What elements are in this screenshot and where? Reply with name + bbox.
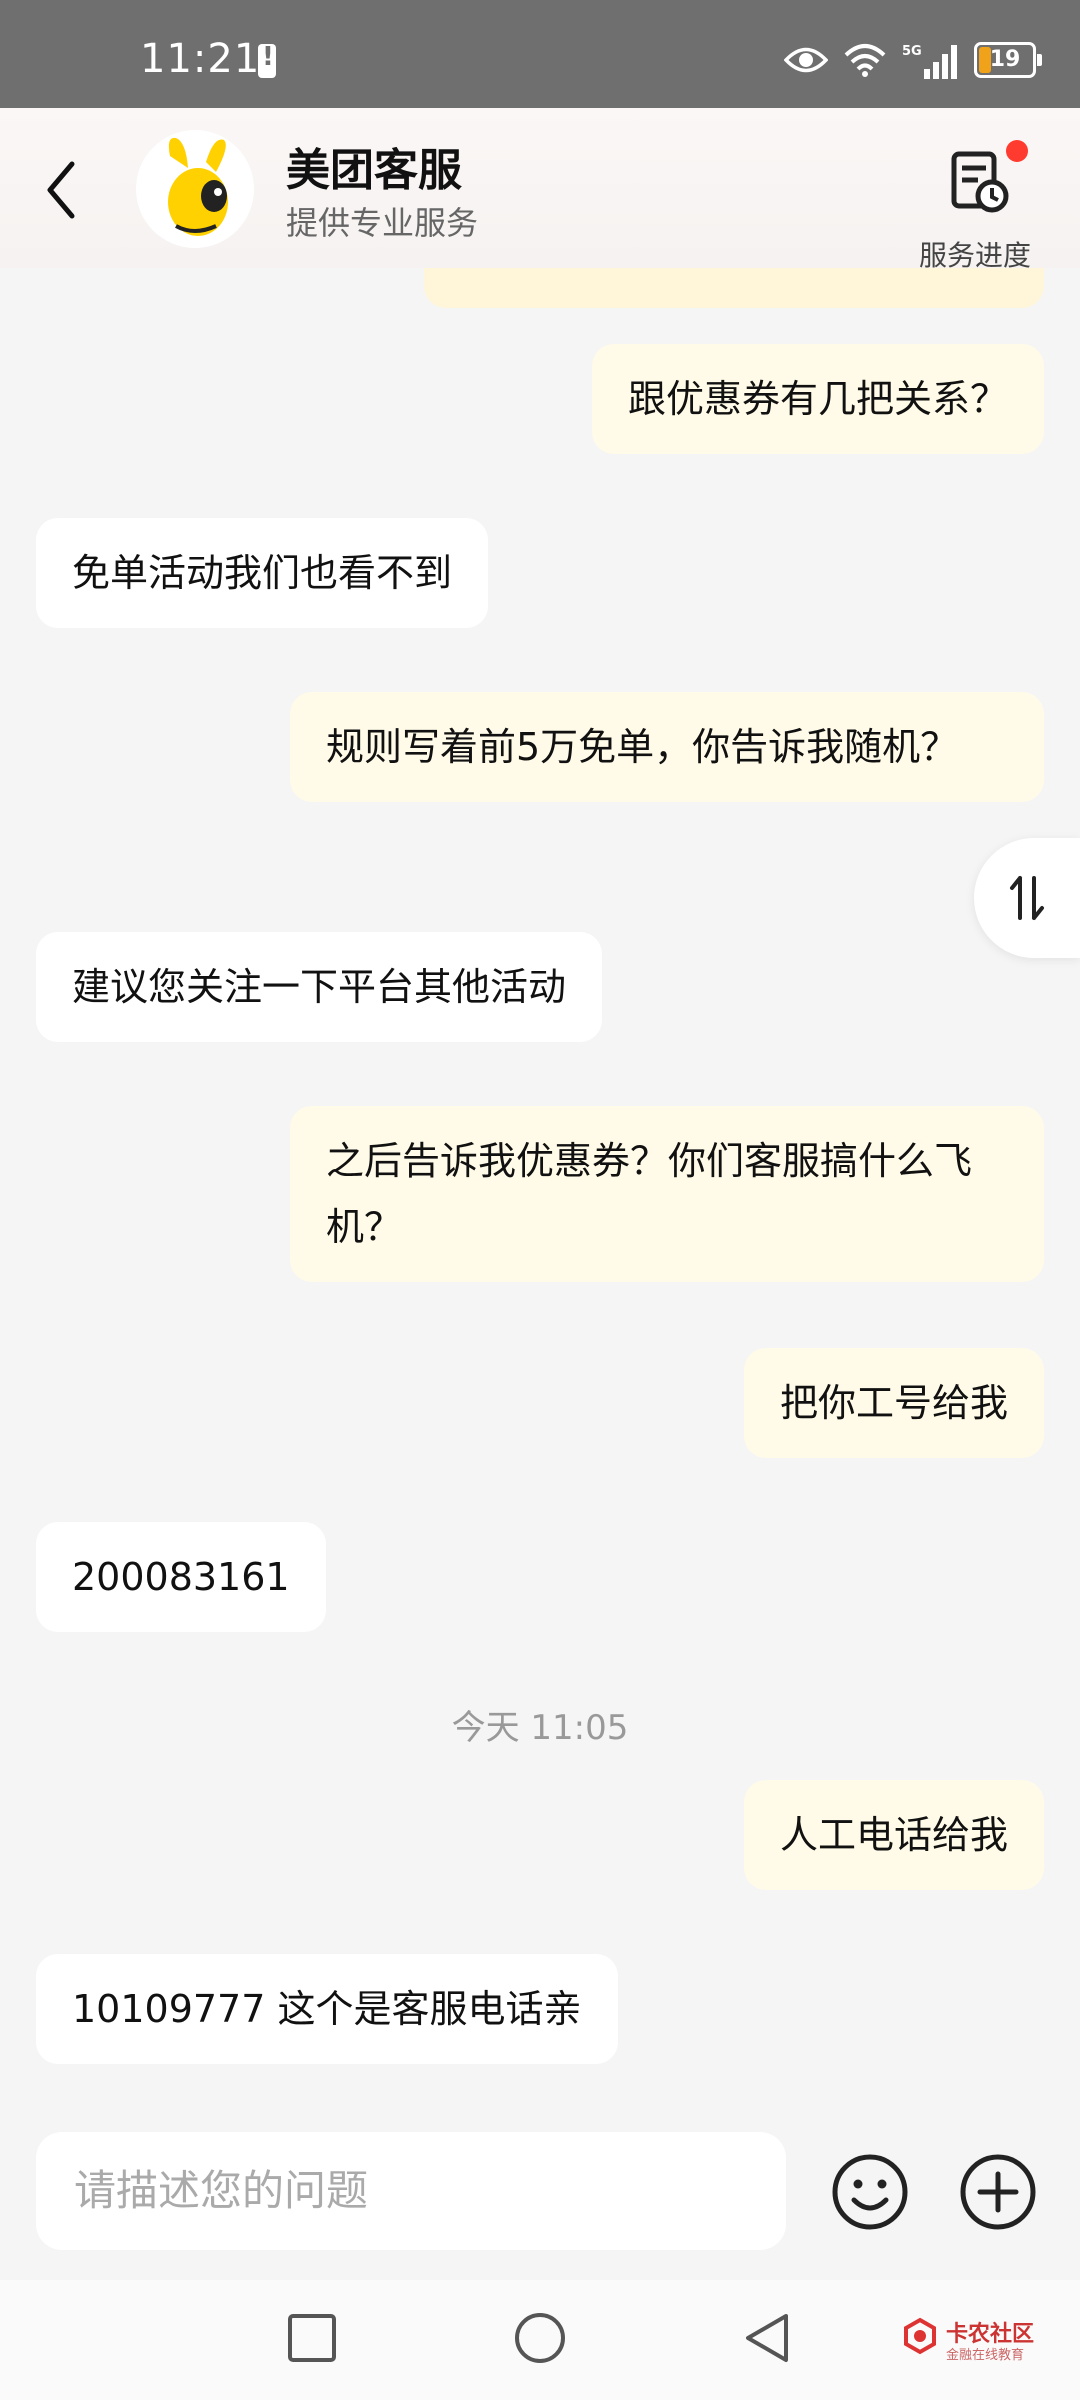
signal-5g-icon: 5G [902, 44, 957, 79]
page-title: 美团客服 [286, 145, 462, 196]
watermark-tagline: 金融在线教育 [946, 2348, 1025, 2363]
status-bar: 11:21 5G 19 [0, 0, 1080, 108]
message-text: 人工电话给我 [779, 1813, 1008, 1857]
message-text: 把你工号给我 [779, 1381, 1008, 1425]
service-progress-icon [951, 151, 1009, 213]
agent-message[interactable]: 200083161 [36, 1522, 326, 1632]
page-subtitle: 提供专业服务 [286, 204, 479, 242]
message-timestamp: 今天 11:05 [451, 1708, 629, 1748]
system-nav-bar: 卡农社区 金融在线教育 [0, 2280, 1080, 2400]
battery-icon: 19 [974, 42, 1042, 78]
user-message[interactable]: 跟优惠券有几把关系？ [591, 344, 1044, 454]
eye-icon [784, 47, 828, 73]
plus-icon[interactable] [958, 2152, 1038, 2232]
message-text: 200083161 [72, 1555, 290, 1599]
message-input[interactable]: 请描述您的问题 [36, 2132, 786, 2250]
notification-dot [1006, 140, 1028, 162]
agent-message[interactable]: 建议您关注一下平台其他活动 [36, 932, 603, 1042]
user-message[interactable]: 之后告诉我优惠券？你们客服搞什么飞机？ [290, 1106, 1044, 1282]
message-text: 跟优惠券有几把关系？ [627, 377, 1008, 421]
scroll-toggle-button[interactable] [974, 838, 1080, 958]
service-progress-button[interactable]: 服务进度 [910, 130, 1040, 272]
emoji-icon[interactable] [830, 2152, 910, 2232]
message-text: 规则写着前5万免单，你告诉我随机？ [326, 725, 959, 769]
message-text: 之后告诉我优惠券？你们客服搞什么飞机？ [326, 1139, 973, 1249]
message-text: 免单活动我们也看不到 [72, 551, 453, 595]
avatar[interactable] [136, 130, 254, 248]
input-bar: 请描述您的问题 [0, 2112, 1080, 2280]
message-bubble-partial [424, 268, 1044, 308]
agent-message[interactable]: 10109777 这个是客服电话亲 [36, 1954, 618, 2064]
kangaroo-mascot-icon [136, 130, 254, 248]
battery-level: 19 [989, 47, 1021, 72]
swap-arrows-icon [1010, 876, 1044, 920]
status-icons: 5G 19 [784, 40, 1042, 80]
message-text: 建议您关注一下平台其他活动 [72, 965, 567, 1009]
watermark-logo-icon [904, 2317, 936, 2355]
back-button[interactable] [34, 152, 90, 228]
alert-icon [258, 42, 276, 78]
status-time: 11:21 [140, 36, 261, 82]
agent-message[interactable]: 免单活动我们也看不到 [36, 518, 489, 628]
watermark: 卡农社区 金融在线教育 [900, 2316, 1034, 2363]
user-message[interactable]: 把你工号给我 [743, 1348, 1044, 1458]
service-progress-label: 服务进度 [918, 239, 1031, 272]
user-message[interactable]: 人工电话给我 [743, 1780, 1044, 1890]
chat-header: 美团客服 提供专业服务 服务进度 [0, 108, 1080, 272]
home-button[interactable] [510, 2310, 570, 2370]
wifi-icon [844, 44, 886, 77]
user-message[interactable]: 规则写着前5万免单，你告诉我随机？ [290, 692, 1044, 802]
back-nav-button[interactable] [740, 2310, 796, 2366]
recents-button[interactable] [284, 2310, 340, 2366]
message-text: 10109777 这个是客服电话亲 [72, 1987, 582, 2031]
svg-text:5G: 5G [902, 44, 922, 59]
chat-messages[interactable]: 跟优惠券有几把关系？ 免单活动我们也看不到 规则写着前5万免单，你告诉我随机？ … [0, 268, 1080, 2128]
